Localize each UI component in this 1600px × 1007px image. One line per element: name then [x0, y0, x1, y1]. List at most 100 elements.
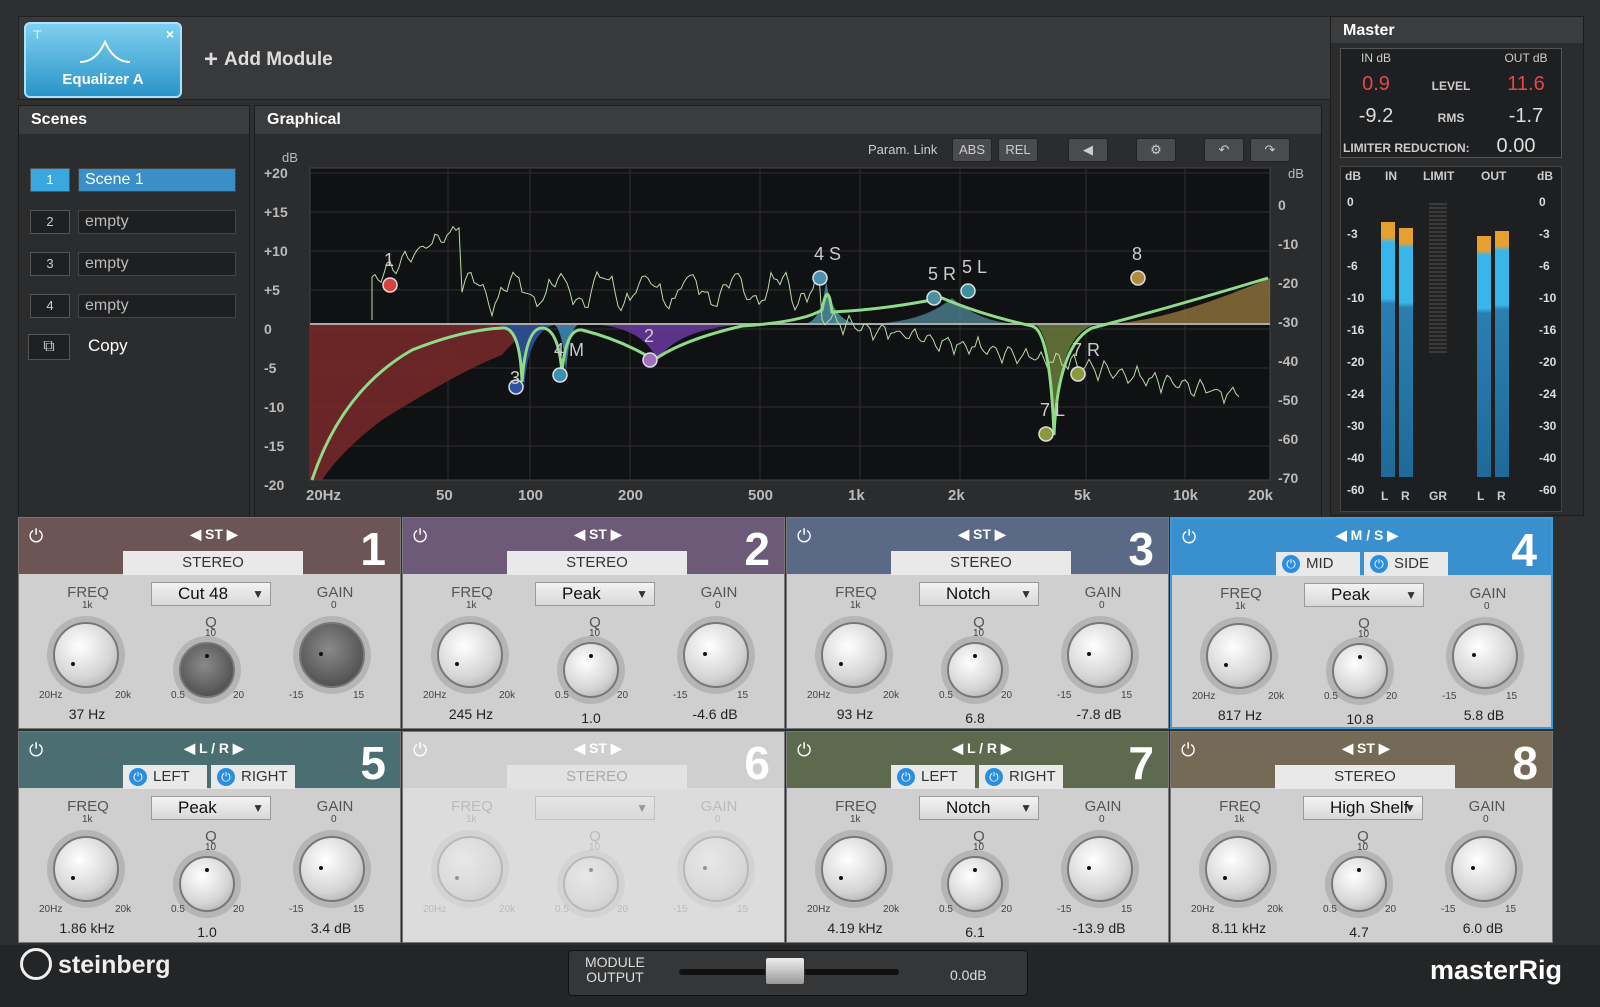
scene-slot-1[interactable]: 1 Scene 1: [30, 168, 236, 192]
q-knob[interactable]: [179, 856, 235, 912]
power-icon[interactable]: ⏻: [413, 526, 427, 547]
q-knob[interactable]: [563, 856, 619, 912]
power-icon[interactable]: ⏻: [1181, 740, 1195, 761]
next-mode-icon[interactable]: ▶: [223, 526, 238, 542]
freq-knob[interactable]: [53, 622, 119, 688]
gain-knob[interactable]: [683, 622, 749, 688]
freq-knob[interactable]: [437, 836, 503, 902]
next-mode-icon[interactable]: ▶: [1375, 740, 1390, 756]
eq-node[interactable]: [383, 278, 397, 292]
eq-node[interactable]: [1039, 427, 1053, 441]
mode-selector[interactable]: ◀ ST ▶: [937, 526, 1027, 543]
freq-knob[interactable]: [821, 622, 887, 688]
eq-display[interactable]: dB dB +20 +15 +10 +5 0 -5 -10 -15 -20 0 -10 -20 -30…: [262, 150, 1318, 520]
prev-mode-icon[interactable]: ◀: [952, 740, 967, 756]
channel-select[interactable]: STEREO: [891, 551, 1071, 575]
eq-node[interactable]: [961, 284, 975, 298]
prev-mode-icon[interactable]: ◀: [1336, 527, 1351, 543]
next-mode-icon[interactable]: ▶: [997, 740, 1012, 756]
gain-knob[interactable]: [299, 622, 365, 688]
eq-node[interactable]: [553, 368, 567, 382]
channel-a-toggle[interactable]: ⏻ LEFT: [123, 765, 207, 789]
x-tick: 20Hz: [306, 487, 341, 504]
power-icon[interactable]: ⏻: [29, 526, 43, 547]
prev-mode-icon[interactable]: ◀: [190, 526, 205, 542]
mode-selector[interactable]: ◀ ST ▶: [169, 526, 259, 543]
filter-type-dropdown[interactable]: Cut 48 ▼: [151, 582, 271, 606]
channel-b-toggle[interactable]: ⏻ RIGHT: [979, 765, 1063, 789]
channel-a-toggle[interactable]: ⏻ LEFT: [891, 765, 975, 789]
filter-type-dropdown[interactable]: Notch ▼: [919, 582, 1039, 606]
channel-b-toggle[interactable]: ⏻ RIGHT: [211, 765, 295, 789]
mode-selector[interactable]: ◀ M / S ▶: [1322, 527, 1412, 544]
channel-a-toggle[interactable]: ⏻ MID: [1276, 552, 1360, 576]
q-knob[interactable]: [1331, 856, 1387, 912]
freq-knob[interactable]: [1205, 836, 1271, 902]
filter-type-dropdown[interactable]: Peak ▼: [1304, 583, 1424, 607]
filter-type-dropdown[interactable]: Peak ▼: [151, 796, 271, 820]
eq-node[interactable]: [643, 353, 657, 367]
filter-type-dropdown[interactable]: Peak ▼: [535, 582, 655, 606]
freq-min-tick: 20Hz: [807, 904, 830, 915]
freq-knob[interactable]: [1206, 623, 1272, 689]
prev-mode-icon[interactable]: ◀: [574, 526, 589, 542]
eq-node[interactable]: [1071, 367, 1085, 381]
scene-slot-3[interactable]: 3 empty: [30, 252, 236, 276]
close-icon[interactable]: ×: [166, 26, 174, 42]
mode-selector[interactable]: ◀ ST ▶: [553, 526, 643, 543]
freq-knob[interactable]: [437, 622, 503, 688]
eq-node[interactable]: [813, 271, 827, 285]
next-mode-icon[interactable]: ▶: [991, 526, 1006, 542]
gain-knob[interactable]: [1067, 836, 1133, 902]
gain-knob[interactable]: [299, 836, 365, 902]
power-icon[interactable]: ⏻: [797, 740, 811, 761]
mode-selector[interactable]: ◀ ST ▶: [553, 740, 643, 757]
eq-node[interactable]: [1131, 271, 1145, 285]
next-mode-icon[interactable]: ▶: [229, 740, 244, 756]
filter-type-dropdown[interactable]: ▼: [535, 796, 655, 820]
power-icon[interactable]: ⏻: [29, 740, 43, 761]
q-knob[interactable]: [947, 856, 1003, 912]
module-output-slider-handle[interactable]: [765, 957, 805, 985]
pin-icon[interactable]: ⊤: [32, 28, 42, 42]
q-knob[interactable]: [1332, 643, 1388, 699]
freq-knob[interactable]: [821, 836, 887, 902]
gain-knob[interactable]: [1452, 623, 1518, 689]
eq-node[interactable]: [927, 291, 941, 305]
q-knob[interactable]: [179, 642, 235, 698]
channel-b-toggle[interactable]: ⏻ SIDE: [1364, 552, 1448, 576]
q-knob[interactable]: [563, 642, 619, 698]
gain-knob[interactable]: [1451, 836, 1517, 902]
mode-selector[interactable]: ◀ ST ▶: [1321, 740, 1411, 757]
scene-slot-4[interactable]: 4 empty: [30, 294, 236, 318]
copy-scene-button[interactable]: ⧉: [28, 334, 70, 360]
module-tab-equalizer[interactable]: ⊤ × Equalizer A: [24, 22, 182, 98]
add-module-button[interactable]: + Add Module: [204, 46, 333, 74]
gain-knob[interactable]: [683, 836, 749, 902]
power-icon[interactable]: ⏻: [413, 740, 427, 761]
freq-label: FREQ: [63, 584, 113, 601]
channel-select[interactable]: STEREO: [123, 551, 303, 575]
channel-select[interactable]: STEREO: [507, 765, 687, 789]
gain-knob[interactable]: [1067, 622, 1133, 688]
scene-slot-2[interactable]: 2 empty: [30, 210, 236, 234]
next-mode-icon[interactable]: ▶: [607, 740, 622, 756]
freq-knob[interactable]: [53, 836, 119, 902]
limiter-reduction-value: 0.00: [1481, 135, 1551, 158]
mode-selector[interactable]: ◀ L / R ▶: [937, 740, 1027, 757]
mode-selector[interactable]: ◀ L / R ▶: [169, 740, 259, 757]
freq-tick: 1k: [466, 600, 477, 611]
next-mode-icon[interactable]: ▶: [607, 526, 622, 542]
next-mode-icon[interactable]: ▶: [1383, 527, 1398, 543]
channel-select[interactable]: STEREO: [507, 551, 687, 575]
filter-type-dropdown[interactable]: Notch ▼: [919, 796, 1039, 820]
prev-mode-icon[interactable]: ◀: [184, 740, 199, 756]
prev-mode-icon[interactable]: ◀: [958, 526, 973, 542]
power-icon[interactable]: ⏻: [797, 526, 811, 547]
prev-mode-icon[interactable]: ◀: [574, 740, 589, 756]
q-knob[interactable]: [947, 642, 1003, 698]
channel-select[interactable]: STEREO: [1275, 765, 1455, 789]
prev-mode-icon[interactable]: ◀: [1342, 740, 1357, 756]
power-icon[interactable]: ⏻: [1182, 527, 1196, 548]
filter-type-dropdown[interactable]: High Shelf ▼: [1303, 796, 1423, 820]
